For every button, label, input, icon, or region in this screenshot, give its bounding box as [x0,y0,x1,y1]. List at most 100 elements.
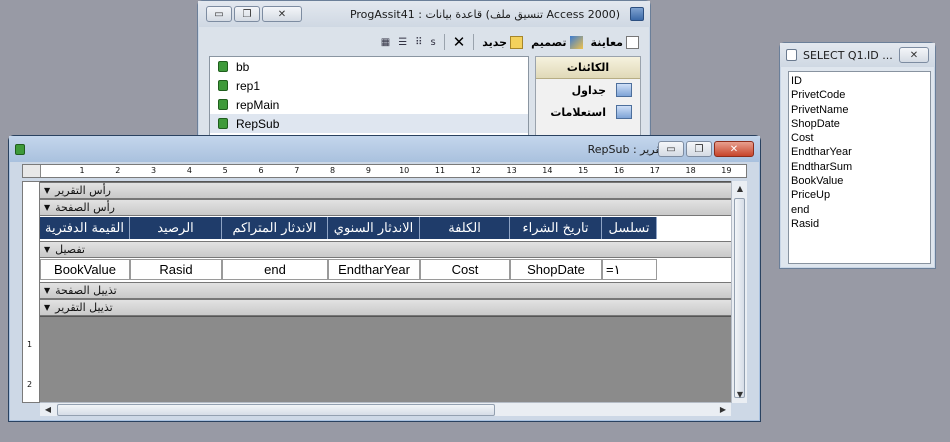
minimize-button[interactable]: ▭ [206,6,232,22]
objects-item-label: جداول [571,83,606,97]
band-page-footer[interactable]: ▼ تذييل الصفحة [40,282,740,299]
ruler-corner[interactable] [23,165,41,177]
report-icon [218,118,228,129]
band-label: رأس الصفحة [55,201,115,214]
detail-textbox[interactable]: ShopDate [510,259,602,280]
large-icons-button[interactable]: ꜱ [428,37,439,48]
report-icon [218,99,228,110]
design-button[interactable]: تصميم [528,35,585,50]
field-item[interactable]: Cost [791,131,928,145]
field-item[interactable]: Rasid [791,217,928,231]
detail-textbox[interactable]: BookValue [40,259,130,280]
vertical-scroll-thumb[interactable] [734,198,745,398]
ruler-number: 6 [258,166,264,175]
minimize-button[interactable]: ▭ [658,141,684,157]
detail-textbox[interactable]: =١ [602,259,657,280]
ruler-number: 14 [542,166,553,175]
ruler-number: 2 [115,166,121,175]
detail-textbox[interactable]: Cost [420,259,510,280]
ruler-number: 18 [685,166,696,175]
band-report-header[interactable]: ▼ رأس التقرير [40,182,740,199]
vertical-scrollbar[interactable]: ▲ ▼ [731,181,747,403]
band-label: تفصيل [55,243,85,256]
ruler-number: 8 [330,166,336,175]
band-page-header[interactable]: ▼ رأس الصفحة [40,199,740,216]
scroll-down-icon[interactable]: ▼ [733,388,747,402]
close-button[interactable]: ✕ [899,47,929,63]
ruler-number: 9 [365,166,371,175]
header-label[interactable]: الاندثار المتراكم [222,217,328,239]
database-window: ProgAssit41 : قاعدة بيانات (تنسيق ملف Ac… [197,0,651,140]
restore-button[interactable]: ❐ [686,141,712,157]
field-item[interactable]: EndtharSum [791,160,928,174]
detail-textbox[interactable]: Rasid [130,259,222,280]
field-item[interactable]: PrivetName [791,103,928,117]
band-detail[interactable]: ▼ تفصيل [40,241,740,258]
horizontal-ruler[interactable]: 1 2 3 4 5 6 7 8 9 10 11 12 13 14 15 16 17 18 19 [22,164,747,178]
report-window-icon [15,143,25,155]
query-window-icon [786,49,797,61]
objects-item-queries[interactable]: استعلامات [536,101,640,123]
horizontal-scroll-thumb[interactable] [57,404,495,416]
scroll-up-icon[interactable]: ▲ [733,182,747,196]
design-surface[interactable]: ▼ رأس التقرير ▼ رأس الصفحة القيمة الدفترية… [40,181,740,403]
field-item[interactable]: PriceUp [791,188,928,202]
header-label[interactable]: تاريخ الشراء [510,217,602,239]
field-item[interactable]: BookValue [791,174,928,188]
header-label[interactable]: تسلسل [602,217,657,239]
field-list: ID PrivetCode PrivetName ShopDate Cost E… [788,71,931,264]
new-button[interactable]: جديد [479,35,526,50]
report-window-titlebar[interactable]: RepSub : تقرير ▭ ❐ ✕ [9,136,760,162]
report-window-title: RepSub : تقرير [587,142,664,156]
ruler-number: 4 [186,166,192,175]
list-item[interactable]: rep1 [210,76,528,95]
objects-item-tables[interactable]: جداول [536,79,640,101]
horizontal-scrollbar[interactable]: ◀ ▶ [40,402,731,416]
database-window-title: ProgAssit41 : قاعدة بيانات (تنسيق ملف Ac… [349,7,620,21]
list-item[interactable]: RepSub [210,114,528,133]
scroll-right-icon[interactable]: ▶ [716,403,730,417]
field-item[interactable]: ID [791,74,928,88]
ruler-number: 17 [649,166,660,175]
query-icon [616,105,632,119]
restore-button[interactable]: ❐ [234,6,260,22]
detail-textbox[interactable]: end [222,259,328,280]
delete-icon: ✕ [452,33,466,51]
field-item[interactable]: end [791,203,928,217]
vertical-ruler[interactable]: 1 2 [22,181,40,403]
list-view-button[interactable]: ☰ [395,37,410,48]
objects-header[interactable]: الكائنات [536,57,640,79]
field-list-titlebar[interactable]: SELECT Q1.ID ... ✕ [780,43,935,67]
band-report-footer[interactable]: ▼ تذييل التقرير [40,299,740,316]
scroll-left-icon[interactable]: ◀ [41,403,55,417]
vruler-number: 1 [27,340,33,349]
field-item[interactable]: EndtharYear [791,145,928,159]
small-icons-button[interactable]: ⠿ [412,37,425,48]
objects-pane: الكائنات جداول استعلامات [535,56,641,140]
ruler-number: 5 [222,166,228,175]
ruler-number: 12 [470,166,481,175]
list-item[interactable]: bb [210,57,528,76]
header-label[interactable]: الكلفة [420,217,510,239]
details-view-button[interactable]: ▦ [378,37,393,48]
header-label[interactable]: الاندثار السنوي [328,217,420,239]
delete-button[interactable]: ✕ [450,32,469,52]
design-icon [569,35,583,49]
list-item[interactable]: repMain [210,95,528,114]
preview-button[interactable]: معاينة [588,35,642,50]
band-arrow-icon: ▼ [44,286,51,295]
access-app-icon [630,7,644,21]
band-arrow-icon: ▼ [44,186,51,195]
toolbar-separator [473,34,475,50]
header-label[interactable]: الرصيد [130,217,222,239]
ruler-number: 19 [721,166,732,175]
item-label: RepSub [236,116,280,131]
field-item[interactable]: ShopDate [791,117,928,131]
field-item[interactable]: PrivetCode [791,88,928,102]
close-button[interactable]: ✕ [262,6,302,22]
database-window-titlebar[interactable]: ProgAssit41 : قاعدة بيانات (تنسيق ملف Ac… [198,1,650,27]
header-label[interactable]: القيمة الدفترية [40,217,130,239]
close-button[interactable]: ✕ [714,141,754,157]
detail-textbox[interactable]: EndtharYear [328,259,420,280]
band-label: رأس التقرير [55,184,111,197]
